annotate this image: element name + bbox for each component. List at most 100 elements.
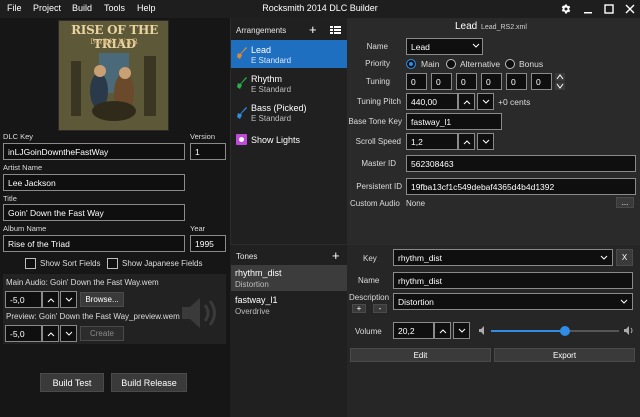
custom-audio-value: None [406,199,426,208]
priority-bonus-radio[interactable] [505,59,515,69]
scroll-speed-up-icon[interactable] [458,133,475,150]
export-tone-button[interactable]: Export [494,348,635,362]
scroll-speed-input[interactable]: 1,2 [406,133,458,150]
menu-tools[interactable]: Tools [104,3,125,13]
tuning-string-4[interactable]: 0 [481,73,502,90]
tone-volume-down-icon[interactable] [453,322,470,339]
tuning-up-icon[interactable] [555,73,565,81]
priority-label: Priority [365,59,390,68]
tuning-string-6[interactable]: 0 [531,73,552,90]
arrangement-name: Bass (Picked) [251,103,307,113]
remove-description-button[interactable]: - [373,304,387,313]
priority-main-radio[interactable] [406,59,416,69]
main-audio-volume-input[interactable]: -5,0 [5,291,42,308]
tuning-string-1[interactable]: 0 [406,73,427,90]
arrangements-header: Arrangements [236,26,287,35]
artist-input[interactable]: Lee Jackson [3,174,185,191]
name-label: Name [366,42,388,51]
scroll-speed-down-icon[interactable] [477,133,494,150]
tuning-pitch-cents: +0 cents [498,97,531,107]
preview-audio-label: Preview: Goin' Down the Fast Way_preview… [6,312,180,321]
tuning-pitch-input[interactable]: 440,00 [406,93,458,110]
dlc-key-label: DLC Key [3,132,34,141]
preview-volume-down-icon[interactable] [60,325,77,342]
chevron-down-icon [472,43,480,48]
tones-header: Tones [236,252,258,261]
tone-desc: Distortion [235,280,269,289]
volume-low-icon [479,326,484,335]
tone-name: rhythm_dist [235,268,282,278]
arrangement-tuning: E Standard [251,56,292,65]
arrangement-tuning: E Standard [251,85,292,94]
tuning-string-2[interactable]: 0 [431,73,452,90]
build-release-button[interactable]: Build Release [111,373,187,392]
main-audio-volume-down-icon[interactable] [60,291,77,308]
create-preview-button[interactable]: Create [80,326,124,341]
album-art[interactable]: RISE OF THE TRIAD DARK WAR [58,20,169,131]
clear-tone-key-button[interactable]: X [616,249,633,266]
main-audio-volume-up-icon[interactable] [42,291,59,308]
priority-alternative-label: Alternative [460,59,501,69]
menu-help[interactable]: Help [137,3,156,13]
tone-key-select[interactable]: rhythm_dist [393,249,613,266]
tuning-string-5[interactable]: 0 [506,73,527,90]
title-bar [0,0,640,18]
chevron-down-icon [620,299,628,304]
year-input[interactable]: 1995 [190,235,226,252]
album-input[interactable]: Rise of the Triad [3,235,185,252]
base-tone-input[interactable]: fastway_l1 [406,113,502,130]
tone-key-label: Key [363,254,377,263]
gear-icon[interactable] [554,0,578,18]
add-tone-icon[interactable]: + [332,248,340,263]
lead-guitar-icon [237,47,247,59]
tone-description-label: Description [349,293,390,302]
browse-audio-button[interactable]: Browse... [80,292,124,307]
priority-main-label: Main [421,59,440,69]
scroll-speed-label: Scroll Speed [355,137,401,146]
arrangement-heading: Lead [455,21,478,32]
artist-label: Artist Name [3,163,43,172]
arrangement-name: Lead [251,45,272,55]
arrangement-editor [347,18,640,244]
dlc-key-input[interactable]: inLJGoinDowntheFastWay [3,143,185,160]
tone-name-input[interactable]: rhythm_dist [393,272,633,289]
persistent-id-input[interactable]: 19fba13cf1c549debaf4365d4b4d1392 [406,178,636,195]
close-icon[interactable] [618,0,640,18]
album-label: Album Name [3,224,47,233]
arrangement-tuning: E Standard [251,114,292,123]
year-label: Year [190,224,206,233]
build-test-button[interactable]: Build Test [40,373,104,392]
tone-description-select[interactable]: Distortion [393,293,633,310]
title-input[interactable]: Goin' Down the Fast Way [3,204,185,221]
version-label: Version [190,132,216,141]
tuning-pitch-down-icon[interactable] [477,93,494,110]
tone-volume-label: Volume [355,327,382,336]
version-input[interactable]: 1 [190,143,226,160]
show-japanese-fields-label: Show Japanese Fields [122,259,203,268]
arrangement-file: Lead_RS2.xml [481,24,527,31]
add-arrangement-icon[interactable]: + [309,22,317,37]
master-id-label: Master ID [361,159,396,168]
master-id-input[interactable]: 562308463 [406,155,636,172]
custom-audio-browse-button[interactable]: ... [616,197,634,208]
base-tone-label: Base Tone Key [348,117,402,126]
tuning-down-icon[interactable] [555,82,565,90]
preview-volume-up-icon[interactable] [42,325,59,342]
menu-project[interactable]: Project [33,3,61,13]
add-description-button[interactable]: + [352,304,366,313]
priority-alternative-radio[interactable] [446,59,456,69]
tuning-string-3[interactable]: 0 [456,73,477,90]
volume-slider-thumb[interactable] [560,326,570,336]
tuning-pitch-up-icon[interactable] [458,93,475,110]
show-lights-icon [236,134,247,145]
preview-volume-input[interactable]: -5,0 [5,325,42,342]
list-options-icon[interactable] [330,25,341,35]
tone-volume-input[interactable]: 20,2 [393,322,434,339]
show-japanese-fields-checkbox[interactable] [107,258,118,269]
arrangement-name: Rhythm [251,74,283,84]
menu-build[interactable]: Build [72,3,92,13]
edit-tone-button[interactable]: Edit [350,348,491,362]
tone-volume-up-icon[interactable] [434,322,451,339]
show-sort-fields-checkbox[interactable] [25,258,36,269]
menu-file[interactable]: File [7,3,22,13]
